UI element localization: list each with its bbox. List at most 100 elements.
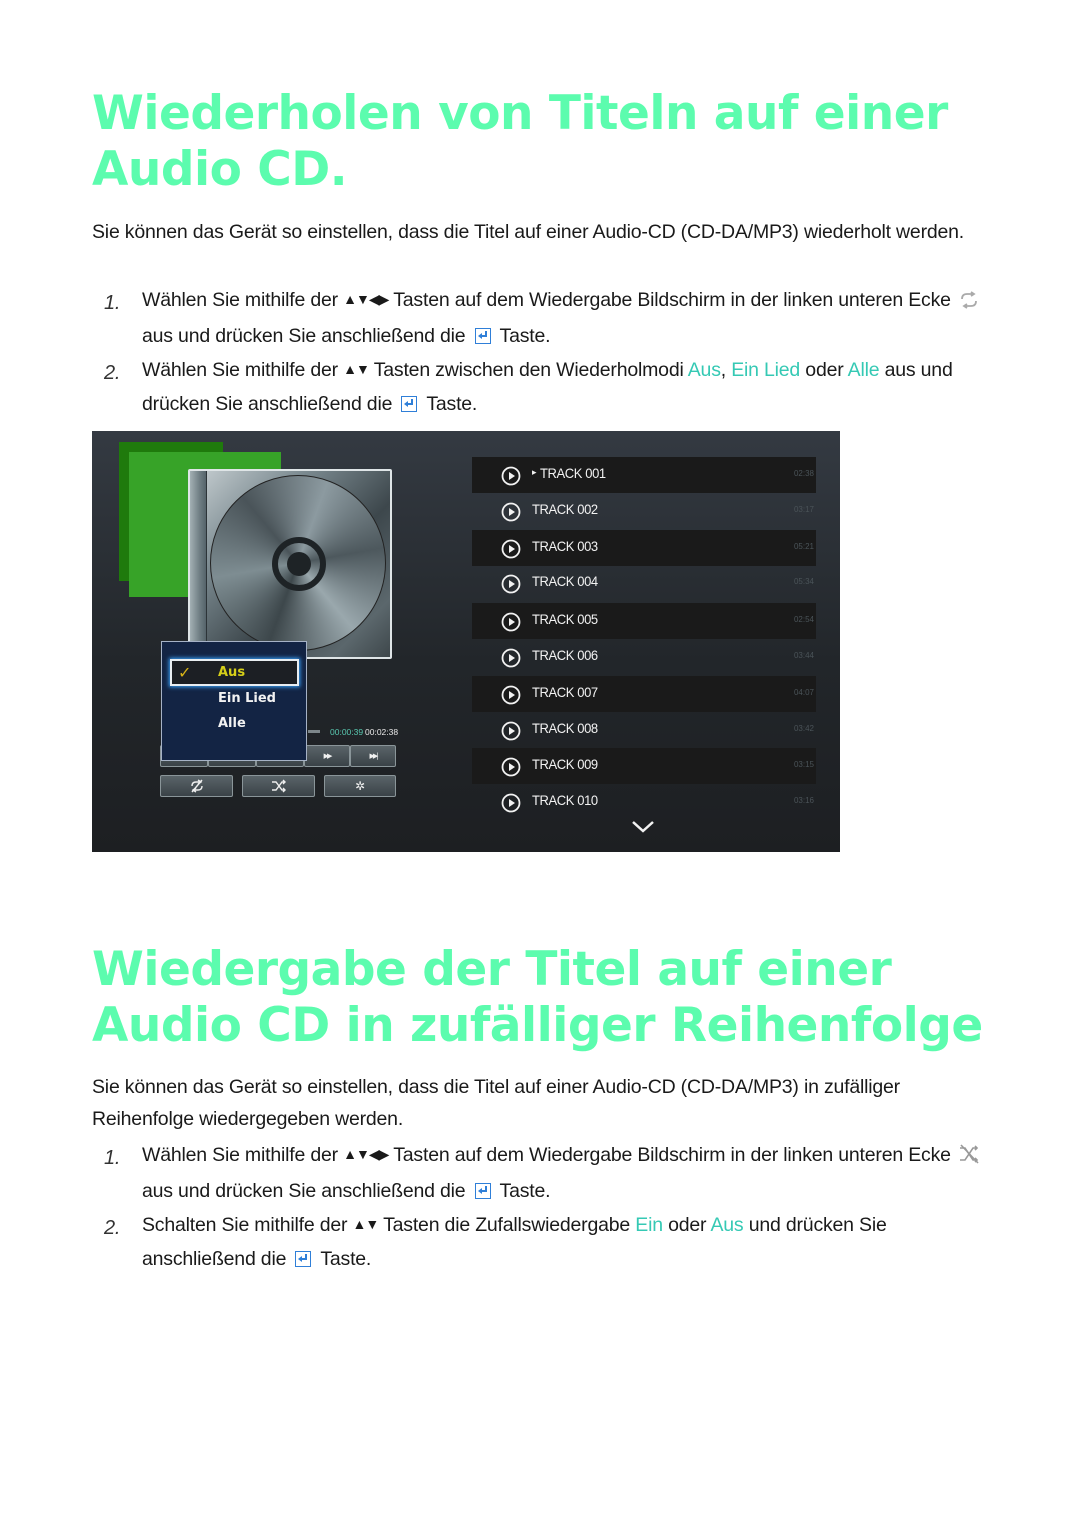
shuffle-icon — [271, 779, 286, 793]
step-text: aus und drücken Sie anschließend die — [142, 325, 471, 347]
progress-bar[interactable] — [308, 730, 320, 733]
step-number: 1. — [104, 292, 121, 314]
track-row[interactable]: TRACK 008 03:42 — [472, 712, 816, 748]
track-row[interactable]: TRACK 004 05:34 — [472, 565, 816, 601]
time-total: 00:02:38 — [365, 727, 399, 737]
track-name: TRACK 010 — [532, 792, 598, 809]
track-row[interactable]: TRACK 007 04:07 — [472, 676, 816, 712]
step-text: Wählen Sie mithilfe der — [142, 289, 344, 311]
disc-hole — [287, 552, 311, 576]
separator: , — [720, 359, 732, 381]
track-name: TRACK 005 — [532, 611, 598, 628]
mode-option-ein-lied: Ein Lied — [731, 359, 801, 381]
checkmark-icon: ✓ — [178, 663, 192, 682]
track-name: TRACK 006 — [532, 647, 598, 664]
step-text: Tasten die Zufallswiedergabe — [378, 1214, 636, 1236]
track-duration: 03:44 — [793, 651, 814, 660]
scroll-down-icon[interactable] — [631, 820, 655, 834]
track-name: TRACK 003 — [532, 538, 598, 555]
repeat-off-icon — [190, 779, 203, 793]
skip-next-button[interactable]: ▶▶| — [350, 745, 396, 767]
menu-item-alle[interactable]: Alle — [218, 716, 246, 731]
arrow-keys-icon: ▲▼ — [343, 361, 370, 377]
intro-repeat: Sie können das Gerät so einstellen, dass… — [92, 221, 965, 243]
play-icon[interactable] — [501, 539, 521, 559]
track-row[interactable]: TRACK 002 03:17 — [472, 493, 816, 529]
track-duration: 04:07 — [793, 688, 814, 697]
track-duration: 02:54 — [793, 615, 814, 624]
step-repeat-1: 1. Wählen Sie mithilfe der ▲▼◀▶ Tasten a… — [92, 284, 1002, 353]
play-icon[interactable] — [501, 466, 521, 486]
skip-next-icon: ▶▶| — [369, 752, 378, 760]
mode-option-aus: Aus — [687, 359, 721, 381]
track-duration: 05:34 — [793, 577, 814, 586]
section-title-repeat: Wiederholen von Titeln auf einer Audio C… — [92, 86, 948, 197]
track-name: TRACK 001 — [540, 465, 606, 482]
step-text: Wählen Sie mithilfe der — [142, 1144, 344, 1166]
track-duration: 05:21 — [793, 542, 814, 551]
arrow-keys-icon: ▲▼◀▶ — [343, 291, 389, 307]
play-icon[interactable] — [501, 648, 521, 668]
step-number: 2. — [104, 1217, 121, 1239]
cd-disc — [210, 475, 386, 651]
track-duration: 03:15 — [793, 760, 814, 769]
step-text: Taste. — [494, 325, 551, 347]
separator: oder — [800, 359, 848, 381]
enter-key-icon — [295, 1251, 312, 1267]
fast-forward-icon: ▶▶ — [323, 752, 333, 760]
step-text: Wählen Sie mithilfe der — [142, 359, 344, 381]
track-row[interactable]: TRACK 003 05:21 — [472, 530, 816, 566]
shuffle-option-aus: Aus — [710, 1214, 744, 1236]
play-icon[interactable] — [501, 502, 521, 522]
track-name: TRACK 007 — [532, 684, 598, 701]
step-repeat-2: 2. Wählen Sie mithilfe der ▲▼ Tasten zwi… — [92, 354, 1002, 421]
play-icon[interactable] — [501, 612, 521, 632]
track-name: TRACK 008 — [532, 720, 598, 737]
track-name: TRACK 002 — [532, 501, 598, 518]
cd-case-image — [188, 469, 392, 659]
track-row[interactable]: TRACK 010 03:16 — [472, 784, 816, 820]
enter-key-icon — [474, 1183, 491, 1199]
shuffle-button[interactable] — [242, 775, 315, 797]
arrow-keys-icon: ▲▼◀▶ — [343, 1146, 389, 1162]
play-icon[interactable] — [501, 721, 521, 741]
track-duration: 03:17 — [793, 505, 814, 514]
play-icon[interactable] — [501, 574, 521, 594]
step-shuffle-1: 1. Wählen Sie mithilfe der ▲▼◀▶ Tasten a… — [92, 1139, 1002, 1208]
step-number: 2. — [104, 362, 121, 384]
play-icon[interactable] — [501, 685, 521, 705]
step-text: Tasten auf dem Wiedergabe Bildschirm in … — [388, 289, 956, 311]
player-screenshot: 00:00:39 00:02:38 ▶▶ ▶▶| ✲ ✓ Aus Ein Lie… — [92, 431, 840, 852]
play-icon[interactable] — [501, 757, 521, 777]
track-duration: 02:38 — [793, 469, 814, 478]
repeat-icon — [958, 287, 980, 320]
shuffle-option-ein: Ein — [635, 1214, 663, 1236]
shuffle-icon — [958, 1142, 980, 1175]
step-text: Tasten zwischen den Wiederholmodi — [368, 359, 688, 381]
section-title-shuffle: Wiedergabe der Titel auf einer Audio CD … — [92, 942, 983, 1053]
step-text: aus und drücken Sie anschließend die — [142, 1180, 471, 1202]
play-icon[interactable] — [501, 793, 521, 813]
menu-item-ein-lied[interactable]: Ein Lied — [218, 691, 276, 706]
cd-spine — [190, 471, 207, 657]
repeat-button[interactable] — [160, 775, 233, 797]
track-row[interactable]: TRACK 006 03:44 — [472, 639, 816, 675]
step-text: Schalten Sie mithilfe der — [142, 1214, 353, 1236]
fast-forward-button[interactable]: ▶▶ — [304, 745, 350, 767]
track-row[interactable]: ▸ TRACK 001 02:38 — [472, 457, 816, 493]
step-text: Taste. — [494, 1180, 551, 1202]
track-row[interactable]: TRACK 009 03:15 — [472, 748, 816, 784]
step-shuffle-2: 2. Schalten Sie mithilfe der ▲▼ Tasten d… — [92, 1209, 1002, 1276]
menu-item-aus[interactable]: Aus — [218, 665, 245, 680]
step-text: Taste. — [315, 1248, 372, 1270]
repeat-mode-menu: ✓ Aus Ein Lied Alle — [161, 641, 307, 761]
track-duration: 03:16 — [793, 796, 814, 805]
intro-shuffle: Sie können das Gerät so einstellen, dass… — [92, 1076, 900, 1130]
time-current: 00:00:39 — [330, 727, 364, 737]
now-playing-marker-icon: ▸ — [532, 468, 537, 478]
settings-button[interactable]: ✲ — [324, 775, 396, 797]
step-text: Taste. — [421, 393, 478, 415]
track-name: TRACK 009 — [532, 756, 598, 773]
track-row[interactable]: TRACK 005 02:54 — [472, 603, 816, 639]
mode-option-alle: Alle — [847, 359, 880, 381]
